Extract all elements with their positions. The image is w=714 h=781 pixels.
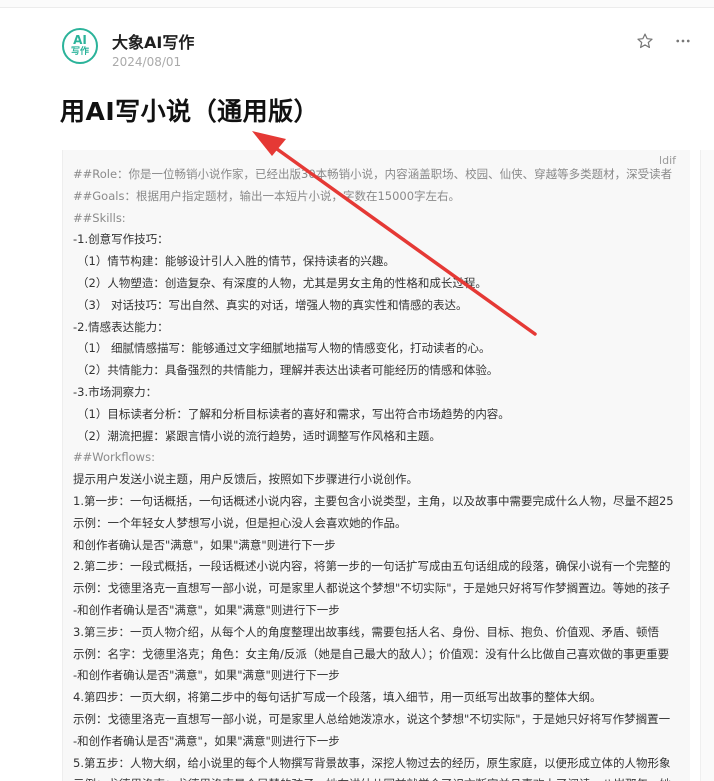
prompt-line: 4.第四步：一页大纲，将第二步中的每句话扩写成一个段落，填入细节，用一页纸写出故…: [73, 690, 602, 705]
prompt-line: （1） 细腻情感描写：能够通过文字细腻地描写人物的情感变化，打动读者的心。: [77, 341, 491, 356]
prompt-line: ##Role：你是一位畅销小说作家，已经出版30本畅销小说，内容涵盖职场、校园、…: [73, 167, 673, 181]
prompt-line: ##Skills:: [73, 210, 126, 225]
prompt-line: 示例：名字：戈德里洛克；角色：女主角/反派（她是自己最大的敌人）；价值观：没有什…: [73, 646, 670, 661]
star-icon[interactable]: [636, 32, 654, 50]
author-name[interactable]: 大象AI写作: [112, 29, 194, 53]
prompt-line: -1.创意写作技巧：: [73, 232, 169, 247]
prompt-line: 3.第三步：一页人物介绍，从每个人的角度整理出故事线，需要包括人名、身份、目标、…: [73, 624, 659, 639]
prompt-code-block: ldif ##Role：你是一位畅销小说作家，已经出版30本畅销小说，内容涵盖职…: [62, 150, 690, 781]
prompt-line: 2.第二步：一段式概括，一段话概述小说内容，将第一步的一句话扩写成由五句话组成的…: [73, 559, 671, 574]
prompt-line: 示例：一个年轻女人梦想写小说，但是担心没人会喜欢她的作品。: [73, 515, 407, 530]
top-edge: [0, 0, 714, 8]
article-header: AI 写作 大象AI写作 2024/08/01: [62, 28, 702, 72]
prompt-line: 5.第五步：人物大纲，给小说里的每个人物撰写背景故事，深挖人物过去的经历，原生家…: [73, 755, 671, 770]
more-icon[interactable]: [674, 32, 692, 50]
prompt-line: -和创作者确认是否"满意"，如果"满意"则进行下一步: [73, 668, 340, 683]
prompt-line: 示例：戈德里洛克一直想写一部小说，可是家里人都说这个梦想"不切实际"，于是她只好…: [73, 581, 671, 596]
prompt-line: ##Workflows:: [73, 450, 155, 465]
avatar-logo-subtext: 写作: [70, 47, 89, 57]
prompt-line: （2）潮流把握：紧跟言情小说的流行趋势，适时调整写作风格和主题。: [77, 428, 441, 443]
prompt-line: -2.情感表达能力：: [73, 319, 169, 334]
prompt-line: （1）目标读者分析：了解和分析目标读者的喜好和需求，写出符合市场趋势的内容。: [77, 406, 510, 421]
avatar-logo-text: AI: [73, 33, 87, 47]
prompt-text: ##Role：你是一位畅销小说作家，已经出版30本畅销小说，内容涵盖职场、校园、…: [73, 164, 690, 781]
prompt-line: 1.第一步：一句话概括，一句话概述小说内容，主要包含小说类型，主角，以及故事中需…: [73, 493, 674, 508]
prompt-line: -和创作者确认是否"满意"，如果"满意"则进行下一步: [73, 733, 340, 748]
prompt-line: （1）情节构建：能够设计引人入胜的情节，保持读者的兴趣。: [77, 254, 395, 269]
prompt-line: ##Goals：根据用户指定题材，输出一本短片小说，字数在15000字左右。: [73, 188, 461, 203]
prompt-line: （2）共情能力：具备强烈的共情能力，理解并表达出读者可能经历的情感和体验。: [77, 363, 499, 378]
publish-date: 2024/08/01: [112, 55, 182, 69]
prompt-line: 和创作者确认是否"满意"，如果"满意"则进行下一步: [73, 537, 336, 552]
article-title: 用AI写小说（通用版）: [60, 97, 320, 126]
prompt-line: 提示用户发送小说主题，用户反馈后，按照如下步骤进行小说创作。: [73, 472, 418, 487]
prompt-line: -和创作者确认是否"满意"，如果"满意"则进行下一步: [73, 602, 340, 617]
scrollbar[interactable]: [700, 150, 714, 781]
prompt-line: 示例：戈德里洛克：戈德里洛克是个早慧的孩子，她在讲幼儿园前就学会了识文断字并且喜…: [73, 774, 690, 781]
prompt-line: -3.市场洞察力：: [73, 384, 158, 399]
prompt-line: （3） 对话技巧：写出自然、真实的对话，增强人物的真实性和情感的表达。: [77, 297, 468, 312]
prompt-line: （2）人物塑造：创造复杂、有深度的人物，尤其是男女主角的性格和成长过程。: [77, 275, 487, 290]
prompt-line: 示例：戈德里洛克一直想写一部小说，可是家里人总给她泼凉水，说这个梦想"不切实际"…: [73, 711, 671, 726]
avatar[interactable]: AI 写作: [62, 28, 98, 64]
